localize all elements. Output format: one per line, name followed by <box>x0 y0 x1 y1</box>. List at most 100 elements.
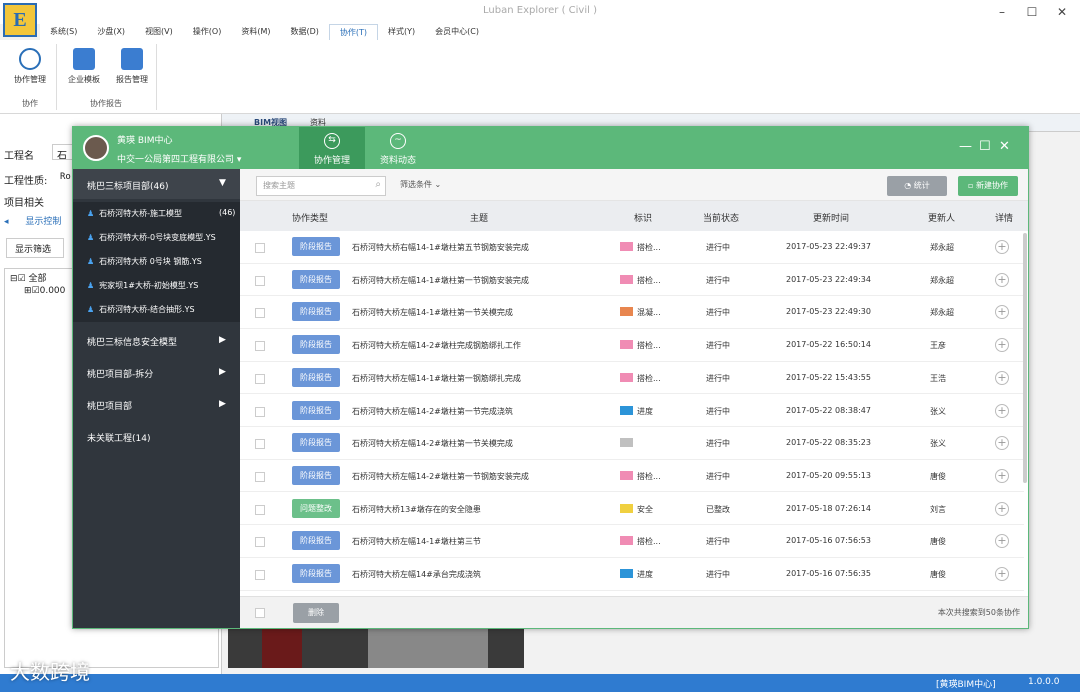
menu-style[interactable]: 样式(Y) <box>378 24 425 40</box>
row-subject[interactable]: 石桥河特大桥左幅14-1#墩柱第三节 <box>352 536 481 547</box>
table-row[interactable]: 问题整改 石桥河特大桥13#墩存在的安全隐患 安全 已整改 2017-05-18 07:… <box>240 493 1024 526</box>
menu-member[interactable]: 会员中心(C) <box>425 24 489 40</box>
row-subject[interactable]: 石桥河特大桥左幅14#承台完成浇筑 <box>352 569 481 580</box>
sidebar-model-item[interactable]: ♟ 石桥河特大桥 0号块 钢筋.YS <box>73 250 240 274</box>
table-row[interactable]: 阶段报告 石桥河特大桥左幅14-1#墩柱第一节钢筋安装完成 搭检... 进行中 2017… <box>240 264 1024 297</box>
app-logo-icon[interactable]: E <box>3 3 37 37</box>
minimize-button[interactable]: – <box>988 3 1016 21</box>
menu-system[interactable]: 系统(S) <box>40 24 87 40</box>
model-item-label: 石桥河特大桥-0号块变底模型.YS <box>99 233 216 242</box>
tree-item-all[interactable]: ⊟☑ 全部 <box>10 271 47 284</box>
statistics-button[interactable]: ◔ 统计 <box>887 176 947 196</box>
select-all-checkbox[interactable] <box>255 608 265 618</box>
detail-plus-icon[interactable]: + <box>995 436 1009 451</box>
row-mark: 搭检... <box>637 537 661 547</box>
table-row[interactable]: 阶段报告 石桥河特大桥左幅14-2#墩柱第一节关模完成 进行中 2017-05-22 … <box>240 427 1024 460</box>
sidebar-model-item[interactable]: ♟ 宪家坝1#大桥-初始模型.YS <box>73 274 240 298</box>
project-name-field[interactable]: 石桥 <box>52 144 74 160</box>
display-control-tab[interactable]: ◂ 显示控制 <box>4 214 61 227</box>
menu-data[interactable]: 数据(D) <box>280 24 328 40</box>
collab-manage-button[interactable]: 协作管理 <box>6 48 54 85</box>
detail-plus-icon[interactable]: + <box>995 370 1009 385</box>
type-badge: 阶段报告 <box>292 531 340 551</box>
person-icon: ♟ <box>87 257 95 266</box>
row-checkbox[interactable] <box>255 243 265 253</box>
org-selector[interactable]: 中交一公局第四工程有限公司 ▾ <box>117 152 241 165</box>
row-checkbox[interactable] <box>255 308 265 319</box>
detail-plus-icon[interactable]: + <box>995 501 1009 516</box>
row-checkbox[interactable] <box>255 373 265 384</box>
row-checkbox[interactable] <box>255 504 265 515</box>
detail-plus-icon[interactable]: + <box>995 534 1009 549</box>
statistics-label: 统计 <box>913 181 930 190</box>
bim-canvas[interactable] <box>228 628 524 668</box>
table-row[interactable]: 阶段报告 石桥河特大桥右幅14-1#墩柱第五节钢筋安装完成 搭检... 进行中 2017… <box>240 231 1024 264</box>
close-button[interactable]: ✕ <box>1048 3 1076 21</box>
tab-material-dynamics-label: 资料动态 <box>379 156 416 166</box>
detail-plus-icon[interactable]: + <box>995 305 1009 320</box>
tab-collab-manage[interactable]: ⇆ 协作管理 <box>299 127 365 169</box>
row-subject[interactable]: 石桥河特大桥左幅14-1#墩柱第一节钢筋安装完成 <box>352 275 529 286</box>
row-checkbox[interactable] <box>255 471 265 482</box>
menu-view[interactable]: 视图(V) <box>135 24 183 40</box>
row-checkbox[interactable] <box>255 439 265 450</box>
sidebar-project-head[interactable]: 桃巴三标项目部(46) ▼ <box>73 169 240 199</box>
avatar[interactable] <box>83 135 109 161</box>
row-subject[interactable]: 石桥河特大桥左幅14-2#墩柱第一节完成浇筑 <box>352 406 513 417</box>
scrollbar[interactable] <box>1023 233 1027 483</box>
dialog-maximize-button[interactable]: ☐ <box>979 139 991 154</box>
row-mark: 搭检... <box>637 471 661 481</box>
table-row[interactable]: 阶段报告 石桥河特大桥左幅14#承台完成浇筑 进度 进行中 2017-05-16 07:… <box>240 558 1024 591</box>
display-filter-button[interactable]: 显示筛选 <box>6 238 64 258</box>
row-checkbox[interactable] <box>255 406 265 417</box>
row-checkbox[interactable] <box>255 341 265 352</box>
sidebar-group[interactable]: 桃巴项目部-拆分 ▶ <box>73 357 240 389</box>
menu-material[interactable]: 资料(M) <box>231 24 280 40</box>
menu-operate[interactable]: 操作(O) <box>183 24 232 40</box>
row-subject[interactable]: 石桥河特大桥左幅14-1#墩柱第一节关模完成 <box>352 307 513 318</box>
delete-button[interactable]: 删除 <box>293 603 339 623</box>
new-collab-button[interactable]: ▫ 新建协作 <box>958 176 1018 196</box>
row-subject[interactable]: 石桥河特大桥左幅14-2#墩柱完成钢筋绑扎工作 <box>352 340 521 351</box>
menu-sandbox[interactable]: 沙盘(X) <box>87 24 135 40</box>
filter-dropdown[interactable]: 筛选条件 ⌄ <box>400 179 441 190</box>
table-row[interactable]: 阶段报告 石桥河特大桥左幅14-2#墩柱第一节钢筋安装完成 搭检... 进行中 2017… <box>240 460 1024 493</box>
row-mark: 进度 <box>637 570 653 579</box>
detail-plus-icon[interactable]: + <box>995 338 1009 353</box>
tree-item-sub[interactable]: ⊞☑0.000 <box>24 286 65 296</box>
row-checkbox[interactable] <box>255 570 265 580</box>
table-row[interactable]: 阶段报告 石桥河特大桥左幅14-1#墩柱第三节 搭检... 进行中 2017-05-16… <box>240 525 1024 558</box>
table-row[interactable]: 阶段报告 石桥河特大桥左幅14-2#墩柱完成钢筋绑扎工作 搭检... 进行中 2017-… <box>240 329 1024 362</box>
row-subject[interactable]: 石桥河特大桥左幅14-2#墩柱第一节钢筋安装完成 <box>352 471 529 482</box>
table-row[interactable]: 阶段报告 石桥河特大桥左幅14-1#墩柱第一节关模完成 混凝... 进行中 2017-0… <box>240 296 1024 329</box>
tab-material-dynamics[interactable]: ~ 资料动态 <box>365 127 431 169</box>
search-input[interactable]: 搜索主题 ⌕ <box>256 176 386 196</box>
enterprise-template-button[interactable]: 企业模板 <box>60 48 108 85</box>
dialog-minimize-button[interactable]: — <box>959 139 972 154</box>
row-subject[interactable]: 石桥河特大桥左幅14-2#墩柱第一节关模完成 <box>352 438 513 449</box>
table-row[interactable]: 阶段报告 石桥河特大桥左幅14-2#墩柱第一节完成浇筑 进度 进行中 2017-05-2… <box>240 395 1024 428</box>
detail-plus-icon[interactable]: + <box>995 240 1009 254</box>
dialog-close-button[interactable]: ✕ <box>999 139 1010 154</box>
sidebar-model-item[interactable]: ♟ 石桥河特大桥-施工模型 (46) <box>73 202 240 226</box>
sidebar-group[interactable]: 未关联工程(14) <box>73 421 240 453</box>
detail-plus-icon[interactable]: + <box>995 468 1009 483</box>
maximize-button[interactable]: ☐ <box>1018 3 1046 21</box>
sidebar-group[interactable]: 桃巴三标信息安全模型 ▶ <box>73 325 240 357</box>
detail-plus-icon[interactable]: + <box>995 403 1009 418</box>
row-subject[interactable]: 石桥河特大桥左幅14-1#墩柱第一钢筋绑扎完成 <box>352 373 521 384</box>
table-row[interactable]: 阶段报告 石桥河特大桥左幅14-1#墩柱第一钢筋绑扎完成 搭检... 进行中 2017-… <box>240 362 1024 395</box>
type-badge: 阶段报告 <box>292 335 340 355</box>
report-manage-button[interactable]: 报告管理 <box>108 48 156 85</box>
row-checkbox[interactable] <box>255 537 265 548</box>
row-subject[interactable]: 石桥河特大桥13#墩存在的安全隐患 <box>352 504 481 515</box>
detail-plus-icon[interactable]: + <box>995 567 1009 581</box>
row-checkbox[interactable] <box>255 275 265 286</box>
sidebar-model-item[interactable]: ♟ 石桥河特大桥-0号块变底模型.YS <box>73 226 240 250</box>
menu-collab[interactable]: 协作(T) <box>328 24 379 40</box>
sidebar-model-item[interactable]: ♟ 石桥河特大桥-结合抽形.YS <box>73 298 240 322</box>
sidebar-group[interactable]: 桃巴项目部 ▶ <box>73 389 240 421</box>
row-subject[interactable]: 石桥河特大桥右幅14-1#墩柱第五节钢筋安装完成 <box>352 242 529 253</box>
detail-plus-icon[interactable]: + <box>995 272 1009 287</box>
status-user: [黄瑛BIM中心] <box>936 680 996 690</box>
